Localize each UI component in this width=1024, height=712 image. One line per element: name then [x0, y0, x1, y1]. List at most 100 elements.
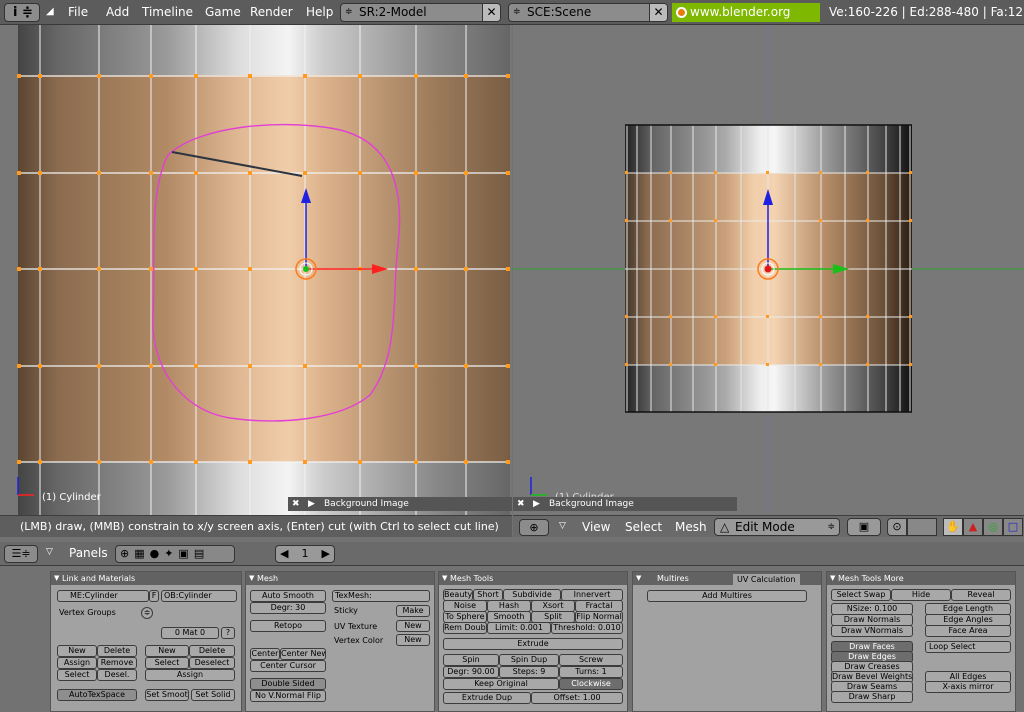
mode-selector[interactable]: △ Edit Mode ≑ — [714, 518, 840, 536]
rem-doubles-button[interactable]: Rem Doubl — [443, 622, 487, 634]
background-image-panel-header[interactable]: ✖ ▶ Background Image — [513, 497, 737, 511]
collapse-triangle-icon[interactable]: ▼ — [54, 572, 59, 585]
editor-type-button[interactable]: ☰≑ — [4, 545, 38, 563]
no-vnormal-flip-toggle[interactable]: No V.Normal Flip — [250, 690, 326, 702]
x-axis-mirror-toggle[interactable]: X-axis mirror — [925, 681, 1011, 693]
face-area-toggle[interactable]: Face Area — [925, 625, 1011, 637]
menu-game[interactable]: Game — [205, 5, 241, 19]
vertex-group-menu[interactable]: ≑ — [141, 607, 153, 619]
double-sided-toggle[interactable]: Double Sided — [250, 678, 326, 690]
draw-sharp-toggle[interactable]: Draw Sharp — [831, 691, 913, 703]
material-new-button[interactable]: New — [145, 645, 189, 657]
scene-selector[interactable]: ≑ SCE:Scene ✕ — [508, 3, 668, 22]
right-viewport-canvas[interactable] — [513, 25, 1024, 515]
spin-degr-field[interactable]: Degr: 90.00 — [443, 666, 499, 678]
extrude-button[interactable]: Extrude — [443, 638, 623, 650]
context-icons[interactable]: ⊕▦●✦▣▤ — [115, 545, 235, 563]
add-multires-button[interactable]: Add Multires — [647, 590, 807, 602]
vgroup-delete-button[interactable]: Delete — [97, 645, 137, 657]
scale-manipulator-icon[interactable]: □ — [1003, 518, 1023, 536]
layer-buttons[interactable] — [907, 518, 937, 536]
fake-user-button[interactable]: F — [149, 590, 159, 602]
steps-field[interactable]: Steps: 9 — [499, 666, 559, 678]
vertex-color-new-button[interactable]: New — [396, 634, 430, 646]
vgroup-deselect-button[interactable]: Desel. — [97, 669, 137, 681]
vgroup-select-button[interactable]: Select — [57, 669, 97, 681]
frame-number-field[interactable]: ◀ 1 ▶ — [275, 545, 335, 563]
set-solid-button[interactable]: Set Solid — [191, 689, 235, 701]
object-datablock-field[interactable]: OB:Cylinder — [161, 590, 237, 602]
vgroup-assign-button[interactable]: Assign — [57, 657, 97, 669]
collapse-triangle-icon[interactable]: ▼ — [830, 572, 835, 585]
background-image-panel-header[interactable]: ✖ ▶ Background Image — [288, 497, 512, 511]
menu-select[interactable]: Select — [625, 520, 662, 534]
collapse-menu-icon[interactable]: ▽ — [559, 521, 566, 531]
close-icon[interactable]: ✖ — [517, 497, 525, 511]
clockwise-toggle[interactable]: Clockwise — [559, 678, 623, 690]
close-icon[interactable]: ✕ — [649, 4, 667, 21]
material-delete-button[interactable]: Delete — [189, 645, 235, 657]
retopo-toggle[interactable]: Retopo — [250, 620, 326, 632]
menu-help[interactable]: Help — [306, 5, 333, 19]
limit-field[interactable]: Limit: 0.001 — [487, 622, 551, 634]
center-button[interactable]: Center — [250, 648, 280, 660]
collapse-triangle-icon[interactable]: ▼ — [636, 572, 641, 585]
reveal-button[interactable]: Reveal — [951, 589, 1011, 601]
tab-uv-calculation[interactable]: UV Calculation — [733, 574, 800, 585]
material-deselect-button[interactable]: Deselect — [189, 657, 235, 669]
turns-field[interactable]: Turns: 1 — [559, 666, 623, 678]
material-help-button[interactable]: ? — [221, 627, 235, 639]
offset-field[interactable]: Offset: 1.00 — [531, 692, 623, 704]
auto-smooth-toggle[interactable]: Auto Smooth — [250, 590, 326, 602]
uv-texture-new-button[interactable]: New — [396, 620, 430, 632]
spin-button[interactable]: Spin — [443, 654, 499, 666]
menu-file[interactable]: File — [68, 5, 88, 19]
collapse-menu-icon[interactable]: ◢ — [46, 6, 54, 17]
panel-header[interactable]: ▼ Mesh Tools More — [827, 572, 1015, 585]
panel-header[interactable]: ▼ Multires UV Calculation — [633, 572, 821, 585]
panel-header[interactable]: ▼ Mesh — [246, 572, 434, 585]
hide-button[interactable]: Hide — [891, 589, 951, 601]
close-icon[interactable]: ✕ — [482, 4, 500, 21]
info-icon[interactable]: i ≑ — [4, 3, 40, 22]
panel-header[interactable]: ▼ Link and Materials — [51, 572, 241, 585]
rotate-manipulator-icon[interactable]: ◎ — [983, 518, 1003, 536]
vgroup-new-button[interactable]: New — [57, 645, 97, 657]
spin-dup-button[interactable]: Spin Dup — [499, 654, 559, 666]
collapse-triangle-icon[interactable]: ▼ — [249, 572, 254, 585]
screen-selector[interactable]: ≑ SR:2-Model ✕ — [340, 3, 501, 22]
collapse-menu-icon[interactable]: ▽ — [46, 547, 53, 557]
right-3d-viewport[interactable]: (1) Cylinder ✖ ▶ Background Image — [513, 25, 1024, 515]
expand-icon[interactable]: ▶ — [533, 497, 540, 511]
select-swap-button[interactable]: Select Swap — [831, 589, 891, 601]
sticky-make-button[interactable]: Make — [396, 605, 430, 617]
right-arrow-icon[interactable]: ▶ — [322, 546, 330, 562]
material-assign-button[interactable]: Assign — [145, 669, 235, 681]
menu-mesh[interactable]: Mesh — [675, 520, 707, 534]
draw-vnormals-toggle[interactable]: Draw VNormals — [831, 625, 913, 637]
mesh-datablock-field[interactable]: ME:Cylinder — [57, 590, 149, 602]
manipulator-hand-icon[interactable]: ✋ — [943, 518, 963, 536]
center-new-button[interactable]: Center New — [280, 648, 326, 660]
extrude-dup-button[interactable]: Extrude Dup — [443, 692, 531, 704]
left-viewport-canvas[interactable] — [0, 25, 512, 515]
autotexspace-toggle[interactable]: AutoTexSpace — [57, 689, 137, 701]
editor-type-button[interactable]: ⊕ — [519, 519, 549, 536]
center-cursor-button[interactable]: Center Cursor — [250, 660, 326, 672]
pivot-button[interactable]: ⊙ — [887, 518, 907, 536]
menu-render[interactable]: Render — [250, 5, 293, 19]
degr-field[interactable]: Degr: 30 — [250, 602, 326, 614]
draw-type-button[interactable]: ▣ — [847, 518, 881, 536]
expand-icon[interactable]: ▶ — [308, 497, 315, 511]
set-smooth-button[interactable]: Set Smoot — [145, 689, 189, 701]
loop-select-dropdown[interactable]: Loop Select — [925, 641, 1011, 653]
tab-multires[interactable]: Multires — [657, 572, 689, 585]
collapse-triangle-icon[interactable]: ▼ — [442, 572, 447, 585]
vgroup-remove-button[interactable]: Remove — [97, 657, 137, 669]
keep-original-toggle[interactable]: Keep Original — [443, 678, 559, 690]
material-select-button[interactable]: Select — [145, 657, 189, 669]
left-3d-viewport[interactable]: (1) Cylinder ✖ ▶ Background Image — [0, 25, 512, 515]
translate-manipulator-icon[interactable]: ▲ — [963, 518, 983, 536]
close-icon[interactable]: ✖ — [292, 497, 300, 511]
menu-view[interactable]: View — [582, 520, 610, 534]
